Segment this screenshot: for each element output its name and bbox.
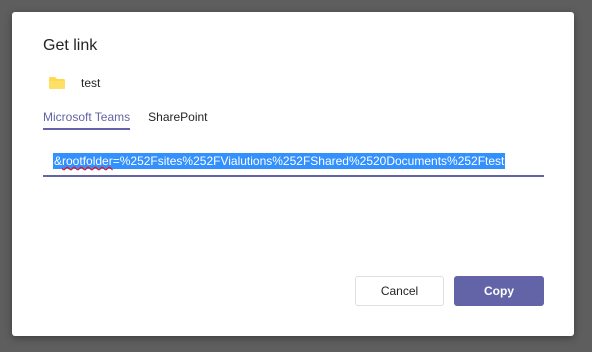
get-link-dialog: Get link test Microsoft Teams SharePoint…	[12, 12, 574, 336]
folder-icon	[48, 76, 66, 90]
file-row: test	[48, 74, 100, 92]
link-url-suffix: =%252Fsites%252FVialutions%252FShared%25…	[112, 154, 505, 168]
tab-microsoft-teams[interactable]: Microsoft Teams	[43, 110, 131, 130]
cancel-button[interactable]: Cancel	[355, 276, 444, 306]
tab-sharepoint[interactable]: SharePoint	[148, 110, 207, 127]
copy-button[interactable]: Copy	[454, 276, 544, 306]
link-url-field[interactable]: &rootfolder=%252Fsites%252FVialutions%25…	[43, 151, 544, 177]
link-url-text[interactable]: &rootfolder=%252Fsites%252FVialutions%25…	[53, 153, 506, 169]
dialog-title: Get link	[43, 37, 98, 54]
link-url-prefix: &	[54, 154, 63, 168]
file-name: test	[81, 76, 101, 90]
link-type-tabs: Microsoft Teams SharePoint	[43, 110, 226, 130]
link-url-misspelled-word: rootfolder	[62, 154, 113, 168]
